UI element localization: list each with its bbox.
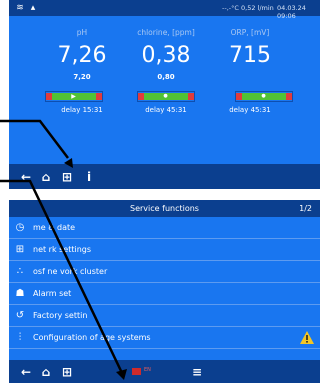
home-icon[interactable]: ⌂ bbox=[39, 365, 53, 379]
warning-icon bbox=[300, 331, 314, 344]
language-label: EN bbox=[144, 367, 151, 373]
info-icon[interactable]: i bbox=[82, 170, 96, 184]
chlorine-label: chlorine, [ppm] bbox=[137, 28, 195, 37]
ph-setpoint: 7,20 bbox=[73, 73, 91, 81]
bottom-nav: ← ⌂ ⊞ i bbox=[9, 164, 320, 189]
back-arrow-icon[interactable]: ← bbox=[19, 365, 33, 379]
share-icon: ∴ bbox=[16, 266, 24, 277]
flow-readout: 0,52 l/min bbox=[241, 4, 274, 12]
siren-icon: ☗ bbox=[15, 288, 25, 299]
reset-icon: ↺ bbox=[15, 310, 25, 321]
orp-delay: delay 45:31 bbox=[229, 106, 271, 114]
service-menu: ◷ me & date ⊞ net rk settings ∴ osf ne v… bbox=[9, 217, 320, 349]
chlorine-range-bar: ● bbox=[137, 91, 195, 102]
grid-icon[interactable]: ⊞ bbox=[60, 170, 74, 184]
flag-icon[interactable] bbox=[132, 368, 141, 375]
datetime-readout: 04.03.24 09:06 bbox=[277, 4, 306, 20]
sliders-icon: ⫶ bbox=[18, 332, 22, 343]
service-screen: Service functions 1/2 ◷ me & date ⊞ net … bbox=[9, 200, 320, 383]
orp-value: 715 bbox=[229, 43, 271, 68]
menu-item-network-cluster[interactable]: ∴ osf ne vork cluster bbox=[9, 261, 320, 283]
pool-icon: ≋ bbox=[16, 3, 24, 13]
orp-setpoint bbox=[205, 73, 295, 83]
ph-label: pH bbox=[76, 28, 88, 37]
orp-range-bar: ● bbox=[235, 91, 293, 102]
ph-delay: delay 15:31 bbox=[61, 106, 103, 114]
back-arrow-icon[interactable]: ← bbox=[19, 170, 33, 184]
grid-icon[interactable]: ⊞ bbox=[60, 365, 74, 379]
ph-value: 7,26 bbox=[57, 43, 107, 68]
temperature-readout: --,-°C bbox=[222, 4, 239, 12]
chlorine-delay: delay 45:31 bbox=[145, 106, 187, 114]
menu-item-configuration[interactable]: ⫶ Configuration of age systems bbox=[9, 327, 320, 349]
status-bar: ≋ ▴ --,-°C 0,52 l/min 04.03.24 09:06 bbox=[9, 0, 320, 20]
swimmer-icon: ▴ bbox=[30, 3, 36, 13]
main-screen: ≋ ▴ --,-°C 0,52 l/min 04.03.24 09:06 pH … bbox=[9, 0, 320, 189]
chlorine-setpoint: 0,80 bbox=[157, 73, 175, 81]
orp-label: ORP, [mV] bbox=[230, 28, 270, 37]
list-icon[interactable]: ≡ bbox=[190, 365, 204, 379]
bottom-nav-service: ← ⌂ ⊞ EN ≡ bbox=[9, 360, 320, 383]
menu-item-time-date[interactable]: ◷ me & date bbox=[9, 217, 320, 239]
chlorine-value: 0,38 bbox=[141, 43, 191, 68]
home-icon[interactable]: ⌂ bbox=[39, 170, 53, 184]
menu-item-factory-settings[interactable]: ↺ Factory settin bbox=[9, 305, 320, 327]
menu-item-network-settings[interactable]: ⊞ net rk settings bbox=[9, 239, 320, 261]
ph-range-bar: ▶ bbox=[45, 91, 103, 102]
clock-icon: ◷ bbox=[15, 222, 25, 233]
network-icon: ⊞ bbox=[15, 244, 25, 255]
menu-item-alarm-set[interactable]: ☗ Alarm set bbox=[9, 283, 320, 305]
page-indicator: 1/2 bbox=[299, 204, 312, 213]
page-title: Service functions bbox=[9, 200, 320, 217]
